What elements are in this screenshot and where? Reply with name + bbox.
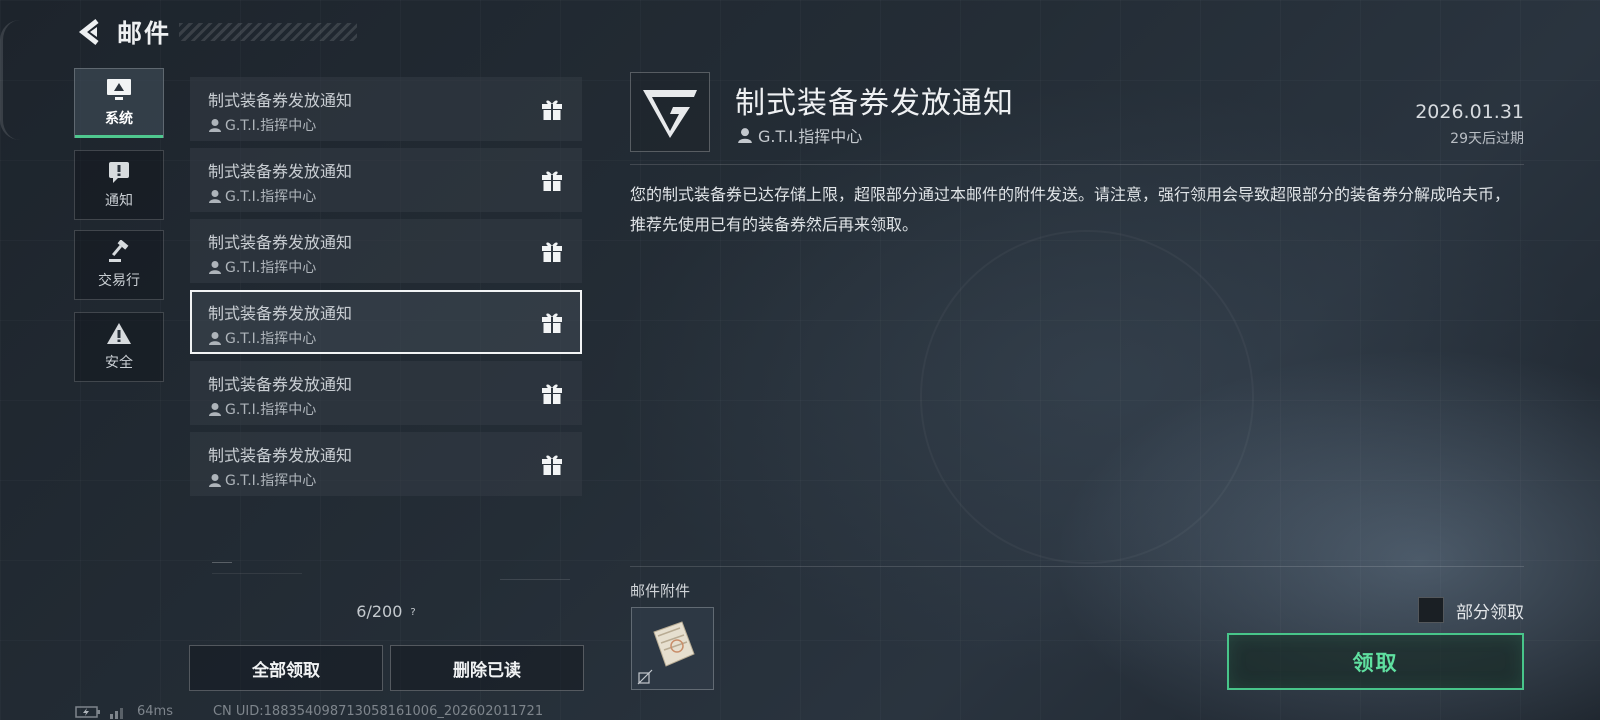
category-label: 交易行 xyxy=(98,273,140,289)
gift-icon xyxy=(542,313,562,333)
user-icon xyxy=(209,403,221,416)
mail-expiry: 29天后过期 xyxy=(1450,131,1524,147)
mail-list: 制式装备券发放通知 G.T.I.指挥中心 制式装备券发放通知 G.T.I.指挥中… xyxy=(190,77,582,503)
gift-icon xyxy=(542,100,562,120)
mail-sender-row: G.T.I.指挥中心 xyxy=(208,115,564,135)
user-icon xyxy=(209,190,221,203)
untradeable-badge-icon xyxy=(637,669,653,685)
battery-icon xyxy=(75,705,100,718)
mail-title: 制式装备券发放通知 xyxy=(208,446,353,465)
gti-logo-icon xyxy=(643,90,697,138)
mail-list-item[interactable]: 制式装备券发放通知 G.T.I.指挥中心 xyxy=(190,219,582,283)
user-icon xyxy=(209,261,221,274)
category-tab-security[interactable]: 安全 xyxy=(74,312,164,382)
mail-title: 制式装备券发放通知 xyxy=(208,304,353,323)
mail-list-item[interactable]: 制式装备券发放通知 G.T.I.指挥中心 xyxy=(190,361,582,425)
background-emblem xyxy=(920,230,1254,564)
user-icon xyxy=(209,474,221,487)
mail-count: 6/200? xyxy=(190,602,582,621)
mail-sender: G.T.I.指挥中心 xyxy=(225,260,317,276)
gift-icon xyxy=(542,171,562,191)
mail-sender: G.T.I.指挥中心 xyxy=(225,118,317,134)
help-icon[interactable]: ? xyxy=(410,607,415,618)
category-label: 系统 xyxy=(105,111,133,127)
back-arrow-icon xyxy=(78,19,99,45)
attachment-item[interactable] xyxy=(631,607,714,690)
mail-title: 制式装备券发放通知 xyxy=(208,375,353,394)
mail-sender-row: G.T.I.指挥中心 xyxy=(208,186,564,206)
user-icon xyxy=(209,332,221,345)
category-tab-system[interactable]: 系统 xyxy=(74,68,164,138)
claim-button[interactable]: 领取 xyxy=(1227,633,1524,690)
sender-logo xyxy=(630,72,710,152)
mail-sender: G.T.I.指挥中心 xyxy=(225,331,317,347)
gift-icon xyxy=(542,384,562,404)
mail-list-item[interactable]: 制式装备券发放通知 G.T.I.指挥中心 xyxy=(190,432,582,496)
mail-sender: G.T.I.指挥中心 xyxy=(225,473,317,489)
back-button[interactable] xyxy=(75,17,105,47)
gift-icon xyxy=(542,242,562,262)
partial-claim-checkbox[interactable] xyxy=(1418,597,1444,623)
list-decoration xyxy=(212,562,570,580)
category-tab-trade[interactable]: 交易行 xyxy=(74,230,164,300)
category-tab-notice[interactable]: 通知 xyxy=(74,150,164,220)
mail-detail-sender: G.T.I.指挥中心 xyxy=(758,127,863,146)
title-decoration xyxy=(179,23,358,41)
divider xyxy=(630,164,1524,165)
page-header: 邮件 xyxy=(75,14,358,50)
attachments-label: 邮件附件 xyxy=(630,582,691,600)
mail-title: 制式装备券发放通知 xyxy=(208,162,353,181)
category-label: 通知 xyxy=(105,193,133,209)
mail-title: 制式装备券发放通知 xyxy=(208,233,353,252)
user-icon xyxy=(738,128,752,143)
divider xyxy=(630,566,1524,567)
mail-list-item[interactable]: 制式装备券发放通知 G.T.I.指挥中心 xyxy=(190,77,582,141)
mail-sender-row: G.T.I.指挥中心 xyxy=(208,399,564,419)
partial-claim-toggle[interactable]: 部分领取 xyxy=(1418,597,1524,623)
warning-icon xyxy=(107,323,131,344)
mail-sender-row: G.T.I.指挥中心 xyxy=(208,470,564,490)
ping-readout: 64ms xyxy=(137,704,173,719)
uid-readout: CN UID:188354098713058161006_20260201172… xyxy=(212,704,544,719)
mail-detail-sender-row: G.T.I.指挥中心 xyxy=(737,123,862,147)
signal-icon xyxy=(110,707,123,719)
gift-icon xyxy=(542,455,562,475)
mail-sender-row: G.T.I.指挥中心 xyxy=(208,328,564,348)
delete-read-button[interactable]: 删除已读 xyxy=(390,645,584,691)
exclamation-icon xyxy=(109,162,129,183)
page-title: 邮件 xyxy=(117,19,172,48)
category-label: 安全 xyxy=(105,355,133,371)
mail-list-item-selected[interactable]: 制式装备券发放通知 G.T.I.指挥中心 xyxy=(190,290,582,354)
edge-decoration xyxy=(0,20,21,140)
claim-all-button[interactable]: 全部领取 xyxy=(189,645,383,691)
status-footer: 64ms CN UID:188354098713058161006_202602… xyxy=(75,704,543,719)
mail-date: 2026.01.31 xyxy=(1415,101,1524,123)
user-icon xyxy=(209,119,221,132)
mail-title: 制式装备券发放通知 xyxy=(208,91,353,110)
mail-body: 您的制式装备券已达存储上限，超限部分通过本邮件的附件发送。请注意，强行领用会导致… xyxy=(630,185,1511,234)
mail-sender: G.T.I.指挥中心 xyxy=(225,402,317,418)
mail-sender-row: G.T.I.指挥中心 xyxy=(208,257,564,277)
mail-count-text: 6/200 xyxy=(356,602,403,621)
gavel-icon xyxy=(109,240,129,262)
partial-claim-label: 部分领取 xyxy=(1456,602,1524,623)
mail-sender: G.T.I.指挥中心 xyxy=(225,189,317,205)
monitor-icon xyxy=(107,79,131,100)
mail-detail-title: 制式装备券发放通知 xyxy=(735,86,1014,121)
mail-list-item[interactable]: 制式装备券发放通知 G.T.I.指挥中心 xyxy=(190,148,582,212)
